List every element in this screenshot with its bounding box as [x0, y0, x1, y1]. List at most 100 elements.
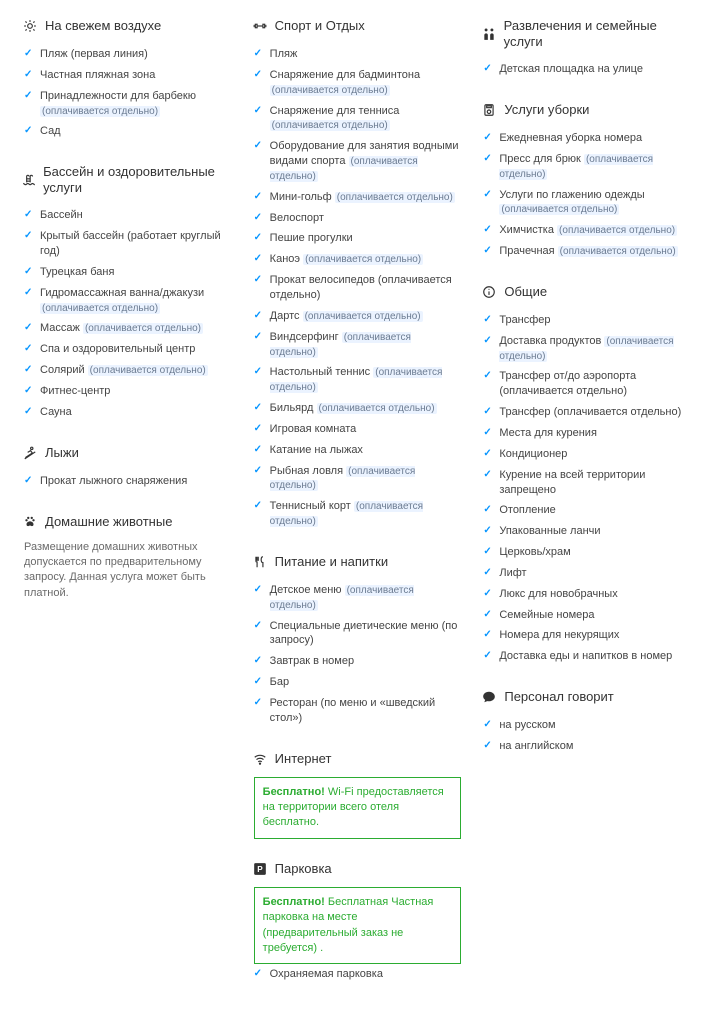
- item-text: Упакованные ланчи: [499, 525, 600, 537]
- list-item: Места для курения: [481, 423, 691, 444]
- item-text: Детское меню: [270, 584, 342, 596]
- list-item: Спа и оздоровительный центр: [22, 339, 232, 360]
- paid-badge: (оплачивается отдельно): [83, 323, 203, 334]
- list-item: Солярий (оплачивается отдельно): [22, 360, 232, 381]
- section-title: Общие: [504, 284, 547, 300]
- item-text: Дартс: [270, 310, 300, 322]
- item-text: Теннисный корт: [270, 500, 351, 512]
- item-text: Снаряжение для бадминтона: [270, 69, 420, 81]
- item-text: Бар: [270, 676, 289, 688]
- free-box: Бесплатно! Wi-Fi предоставляется на терр…: [254, 777, 462, 839]
- item-text: Прокат лыжного снаряжения: [40, 475, 187, 487]
- paid-badge: (оплачивается отдельно): [270, 120, 390, 131]
- free-label: Бесплатно!: [263, 896, 325, 908]
- item-list: БассейнКрытый бассейн (работает круглый …: [22, 205, 232, 422]
- item-text: Пресс для брюк: [499, 153, 581, 165]
- item-text: Кондиционер: [499, 448, 567, 460]
- item-text: Крытый бассейн (работает круглый год): [40, 230, 221, 257]
- section-title: Лыжи: [45, 445, 79, 461]
- item-list: Детская площадка на улице: [481, 59, 691, 80]
- list-item: Оборудование для занятия водными видами …: [252, 136, 462, 187]
- list-item: Отопление: [481, 500, 691, 521]
- section-title: Интернет: [275, 751, 332, 767]
- speech-icon: [481, 689, 497, 705]
- ski-icon: [22, 445, 38, 461]
- list-item: Прокат лыжного снаряжения: [22, 471, 232, 492]
- svg-text:P: P: [257, 865, 263, 874]
- list-item: Катание на лыжах: [252, 440, 462, 461]
- item-text: Церковь/храм: [499, 546, 570, 558]
- section-header: P Парковка: [252, 861, 462, 877]
- section-sport: Спорт и ОтдыхПляжСнаряжение для бадминто…: [252, 18, 462, 532]
- list-item: Пляж (первая линия): [22, 44, 232, 65]
- section-header: Бассейн и оздоровительные услуги: [22, 164, 232, 195]
- item-text: Пешие прогулки: [270, 232, 353, 244]
- item-text: Снаряжение для тенниса: [270, 105, 400, 117]
- item-list: Ежедневная уборка номераПресс для брюк (…: [481, 128, 691, 262]
- item-text: Люкс для новобрачных: [499, 588, 617, 600]
- section-title: Персонал говорит: [504, 689, 613, 705]
- item-text: Ресторан (по меню и «шведский стол»): [270, 697, 435, 724]
- list-item: Упакованные ланчи: [481, 521, 691, 542]
- section-title: Домашние животные: [45, 514, 172, 530]
- paid-badge: (оплачивается отдельно): [303, 311, 423, 322]
- list-item: Пресс для брюк (оплачивается отдельно): [481, 149, 691, 185]
- item-text: Прачечная: [499, 245, 554, 257]
- item-text: Охраняемая парковка: [270, 968, 383, 980]
- free-label: Бесплатно!: [263, 786, 325, 798]
- list-item: Детское меню (оплачивается отдельно): [252, 580, 462, 616]
- pets-icon: [22, 514, 38, 530]
- list-item: Массаж (оплачивается отдельно): [22, 318, 232, 339]
- item-text: Принадлежности для барбекю: [40, 90, 196, 102]
- list-item: Услуги по глажению одежды (оплачивается …: [481, 185, 691, 221]
- list-item: Ресторан (по меню и «шведский стол»): [252, 693, 462, 729]
- item-text: Трансфер от/до аэропорта (оплачивается о…: [499, 370, 636, 397]
- list-item: Крытый бассейн (работает круглый год): [22, 226, 232, 262]
- item-text: Детская площадка на улице: [499, 63, 643, 75]
- list-item: Турецкая баня: [22, 262, 232, 283]
- list-item: Снаряжение для тенниса (оплачивается отд…: [252, 101, 462, 137]
- section-parking: PПарковкаБесплатно! Бесплатная Частная п…: [252, 861, 462, 985]
- family-icon: [481, 26, 496, 42]
- item-list: Пляж (первая линия)Частная пляжная зонаП…: [22, 44, 232, 142]
- item-text: Завтрак в номер: [270, 655, 354, 667]
- info-icon: [481, 284, 497, 300]
- list-item: Охраняемая парковка: [252, 964, 462, 985]
- list-item: Принадлежности для барбекю (оплачивается…: [22, 86, 232, 122]
- wifi-icon: [252, 751, 268, 767]
- section-languages: Персонал говорит на русскомна английском: [481, 689, 691, 757]
- section-title: Развлечения и семейные услуги: [504, 18, 691, 49]
- column: Развлечения и семейные услуги Детская пло…: [471, 18, 701, 1007]
- list-item: Рыбная ловля (оплачивается отдельно): [252, 461, 462, 497]
- section-title: Спорт и Отдых: [275, 18, 365, 34]
- section-pets: Домашние животныеРазмещение домашних жив…: [22, 514, 232, 602]
- sun-icon: [22, 18, 38, 34]
- section-outdoor: На свежем воздухе Пляж (первая линия)Част…: [22, 18, 232, 142]
- list-item: Пешие прогулки: [252, 228, 462, 249]
- list-item: Сад: [22, 121, 232, 142]
- list-item: Мини-гольф (оплачивается отдельно): [252, 187, 462, 208]
- section-header: Общие: [481, 284, 691, 300]
- section-header: Питание и напитки: [252, 554, 462, 570]
- paid-badge: (оплачивается отдельно): [558, 246, 678, 257]
- sport-icon: [252, 18, 268, 34]
- item-text: Бильярд: [270, 402, 314, 414]
- list-item: Доставка продуктов (оплачивается отдельн…: [481, 331, 691, 367]
- section-header: Спорт и Отдых: [252, 18, 462, 34]
- section-header: На свежем воздухе: [22, 18, 232, 34]
- section-title: Парковка: [275, 861, 332, 877]
- list-item: Снаряжение для бадминтона (оплачивается …: [252, 65, 462, 101]
- list-item: Бар: [252, 672, 462, 693]
- list-item: Трансфер от/до аэропорта (оплачивается о…: [481, 366, 691, 402]
- list-item: Сауна: [22, 402, 232, 423]
- list-item: Пляж: [252, 44, 462, 65]
- list-item: Фитнес-центр: [22, 381, 232, 402]
- item-list: на русскомна английском: [481, 715, 691, 757]
- item-text: Лифт: [499, 567, 526, 579]
- item-text: Фитнес-центр: [40, 385, 110, 397]
- list-item: Прачечная (оплачивается отдельно): [481, 241, 691, 262]
- section-title: Бассейн и оздоровительные услуги: [43, 164, 232, 195]
- item-text: Услуги по глажению одежды: [499, 189, 644, 201]
- list-item: Курение на всей территории запрещено: [481, 465, 691, 501]
- list-item: Прокат велосипедов (оплачивается отдельн…: [252, 270, 462, 306]
